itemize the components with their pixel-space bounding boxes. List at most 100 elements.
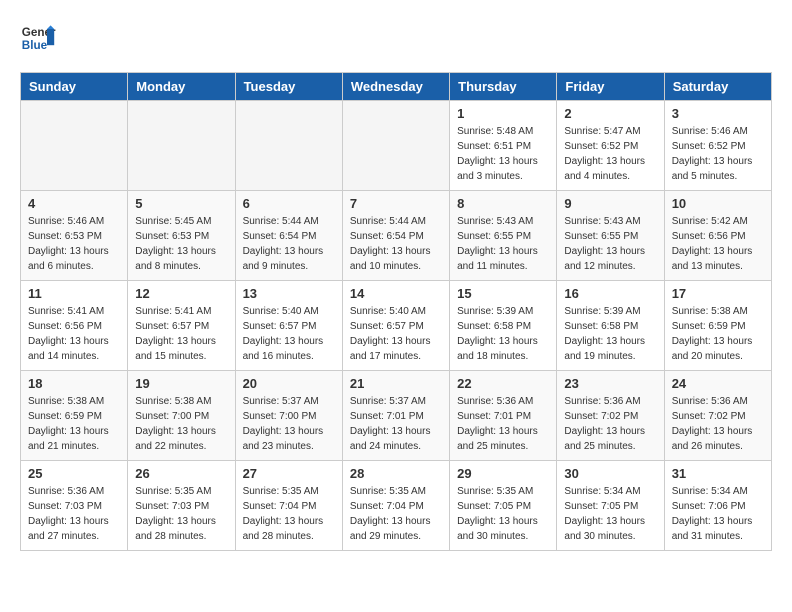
calendar-cell: 9 Sunrise: 5:43 AMSunset: 6:55 PMDaylight… [557,191,664,281]
day-number: 5 [135,196,227,211]
weekday-header-tuesday: Tuesday [235,73,342,101]
day-info: Sunrise: 5:36 AMSunset: 7:01 PMDaylight:… [457,394,549,454]
day-info: Sunrise: 5:39 AMSunset: 6:58 PMDaylight:… [564,304,656,364]
weekday-header-sunday: Sunday [21,73,128,101]
day-info: Sunrise: 5:35 AMSunset: 7:04 PMDaylight:… [243,484,335,544]
weekday-header-friday: Friday [557,73,664,101]
day-info: Sunrise: 5:43 AMSunset: 6:55 PMDaylight:… [564,214,656,274]
day-number: 12 [135,286,227,301]
day-number: 8 [457,196,549,211]
day-number: 4 [28,196,120,211]
calendar-cell: 11Sunrise: 5:41 AMSunset: 6:56 PMDayligh… [21,281,128,371]
day-info: Sunrise: 5:36 AMSunset: 7:03 PMDaylight:… [28,484,120,544]
day-info: Sunrise: 5:48 AMSunset: 6:51 PMDaylight:… [457,124,549,184]
calendar-cell: 29 Sunrise: 5:35 AMSunset: 7:05 PMDayligh… [450,461,557,551]
calendar-cell: 14Sunrise: 5:40 AMSunset: 6:57 PMDayligh… [342,281,449,371]
weekday-header-saturday: Saturday [664,73,771,101]
calendar-table: SundayMondayTuesdayWednesdayThursdayFrid… [20,72,772,551]
day-info: Sunrise: 5:36 AMSunset: 7:02 PMDaylight:… [564,394,656,454]
day-info: Sunrise: 5:39 AMSunset: 6:58 PMDaylight:… [457,304,549,364]
calendar-week-1: 1 Sunrise: 5:48 AMSunset: 6:51 PMDaylight… [21,101,772,191]
logo-icon: General Blue [20,20,56,56]
day-number: 23 [564,376,656,391]
day-number: 24 [672,376,764,391]
day-number: 18 [28,376,120,391]
day-number: 10 [672,196,764,211]
day-info: Sunrise: 5:35 AMSunset: 7:04 PMDaylight:… [350,484,442,544]
day-number: 25 [28,466,120,481]
calendar-cell: 27 Sunrise: 5:35 AMSunset: 7:04 PMDayligh… [235,461,342,551]
calendar-cell: 2Sunrise: 5:47 AMSunset: 6:52 PMDaylight… [557,101,664,191]
weekday-header-monday: Monday [128,73,235,101]
calendar-week-2: 4 Sunrise: 5:46 AMSunset: 6:53 PMDaylight… [21,191,772,281]
day-number: 15 [457,286,549,301]
day-number: 1 [457,106,549,121]
calendar-week-4: 18 Sunrise: 5:38 AMSunset: 6:59 PMDayligh… [21,371,772,461]
day-number: 16 [564,286,656,301]
day-info: Sunrise: 5:34 AMSunset: 7:06 PMDaylight:… [672,484,764,544]
day-number: 27 [243,466,335,481]
calendar-cell: 20Sunrise: 5:37 AMSunset: 7:00 PMDayligh… [235,371,342,461]
day-number: 31 [672,466,764,481]
day-number: 30 [564,466,656,481]
calendar-cell: 31 Sunrise: 5:34 AMSunset: 7:06 PMDayligh… [664,461,771,551]
day-info: Sunrise: 5:41 AMSunset: 6:57 PMDaylight:… [135,304,227,364]
calendar-cell: 17 Sunrise: 5:38 AMSunset: 6:59 PMDayligh… [664,281,771,371]
calendar-cell: 21Sunrise: 5:37 AMSunset: 7:01 PMDayligh… [342,371,449,461]
calendar-cell: 7 Sunrise: 5:44 AMSunset: 6:54 PMDaylight… [342,191,449,281]
day-number: 14 [350,286,442,301]
day-info: Sunrise: 5:43 AMSunset: 6:55 PMDaylight:… [457,214,549,274]
calendar-cell: 23 Sunrise: 5:36 AMSunset: 7:02 PMDayligh… [557,371,664,461]
day-number: 19 [135,376,227,391]
calendar-cell: 24 Sunrise: 5:36 AMSunset: 7:02 PMDayligh… [664,371,771,461]
logo: General Blue [20,20,56,56]
calendar-cell: 18 Sunrise: 5:38 AMSunset: 6:59 PMDayligh… [21,371,128,461]
day-number: 7 [350,196,442,211]
calendar-cell: 25 Sunrise: 5:36 AMSunset: 7:03 PMDayligh… [21,461,128,551]
day-info: Sunrise: 5:44 AMSunset: 6:54 PMDaylight:… [243,214,335,274]
calendar-week-3: 11Sunrise: 5:41 AMSunset: 6:56 PMDayligh… [21,281,772,371]
day-info: Sunrise: 5:38 AMSunset: 7:00 PMDaylight:… [135,394,227,454]
calendar-cell: 13Sunrise: 5:40 AMSunset: 6:57 PMDayligh… [235,281,342,371]
calendar-cell: 6 Sunrise: 5:44 AMSunset: 6:54 PMDaylight… [235,191,342,281]
day-info: Sunrise: 5:46 AMSunset: 6:53 PMDaylight:… [28,214,120,274]
day-number: 17 [672,286,764,301]
day-info: Sunrise: 5:38 AMSunset: 6:59 PMDaylight:… [672,304,764,364]
day-info: Sunrise: 5:41 AMSunset: 6:56 PMDaylight:… [28,304,120,364]
day-number: 13 [243,286,335,301]
calendar-cell: 30 Sunrise: 5:34 AMSunset: 7:05 PMDayligh… [557,461,664,551]
day-number: 26 [135,466,227,481]
calendar-cell: 22 Sunrise: 5:36 AMSunset: 7:01 PMDayligh… [450,371,557,461]
calendar-cell: 5 Sunrise: 5:45 AMSunset: 6:53 PMDaylight… [128,191,235,281]
calendar-cell: 4 Sunrise: 5:46 AMSunset: 6:53 PMDaylight… [21,191,128,281]
day-number: 29 [457,466,549,481]
day-info: Sunrise: 5:38 AMSunset: 6:59 PMDaylight:… [28,394,120,454]
day-number: 21 [350,376,442,391]
day-number: 6 [243,196,335,211]
weekday-header-wednesday: Wednesday [342,73,449,101]
day-info: Sunrise: 5:34 AMSunset: 7:05 PMDaylight:… [564,484,656,544]
page-header: General Blue [20,20,772,56]
day-info: Sunrise: 5:45 AMSunset: 6:53 PMDaylight:… [135,214,227,274]
calendar-week-5: 25 Sunrise: 5:36 AMSunset: 7:03 PMDayligh… [21,461,772,551]
calendar-cell [342,101,449,191]
day-info: Sunrise: 5:44 AMSunset: 6:54 PMDaylight:… [350,214,442,274]
day-info: Sunrise: 5:36 AMSunset: 7:02 PMDaylight:… [672,394,764,454]
day-number: 9 [564,196,656,211]
calendar-cell: 26 Sunrise: 5:35 AMSunset: 7:03 PMDayligh… [128,461,235,551]
day-number: 20 [243,376,335,391]
day-number: 22 [457,376,549,391]
calendar-cell [128,101,235,191]
day-info: Sunrise: 5:46 AMSunset: 6:52 PMDaylight:… [672,124,764,184]
calendar-cell: 3Sunrise: 5:46 AMSunset: 6:52 PMDaylight… [664,101,771,191]
day-info: Sunrise: 5:35 AMSunset: 7:05 PMDaylight:… [457,484,549,544]
calendar-cell [21,101,128,191]
calendar-cell [235,101,342,191]
day-number: 2 [564,106,656,121]
weekday-header-thursday: Thursday [450,73,557,101]
day-info: Sunrise: 5:35 AMSunset: 7:03 PMDaylight:… [135,484,227,544]
svg-text:Blue: Blue [22,39,48,52]
day-info: Sunrise: 5:42 AMSunset: 6:56 PMDaylight:… [672,214,764,274]
calendar-cell: 19 Sunrise: 5:38 AMSunset: 7:00 PMDayligh… [128,371,235,461]
calendar-cell: 10 Sunrise: 5:42 AMSunset: 6:56 PMDayligh… [664,191,771,281]
